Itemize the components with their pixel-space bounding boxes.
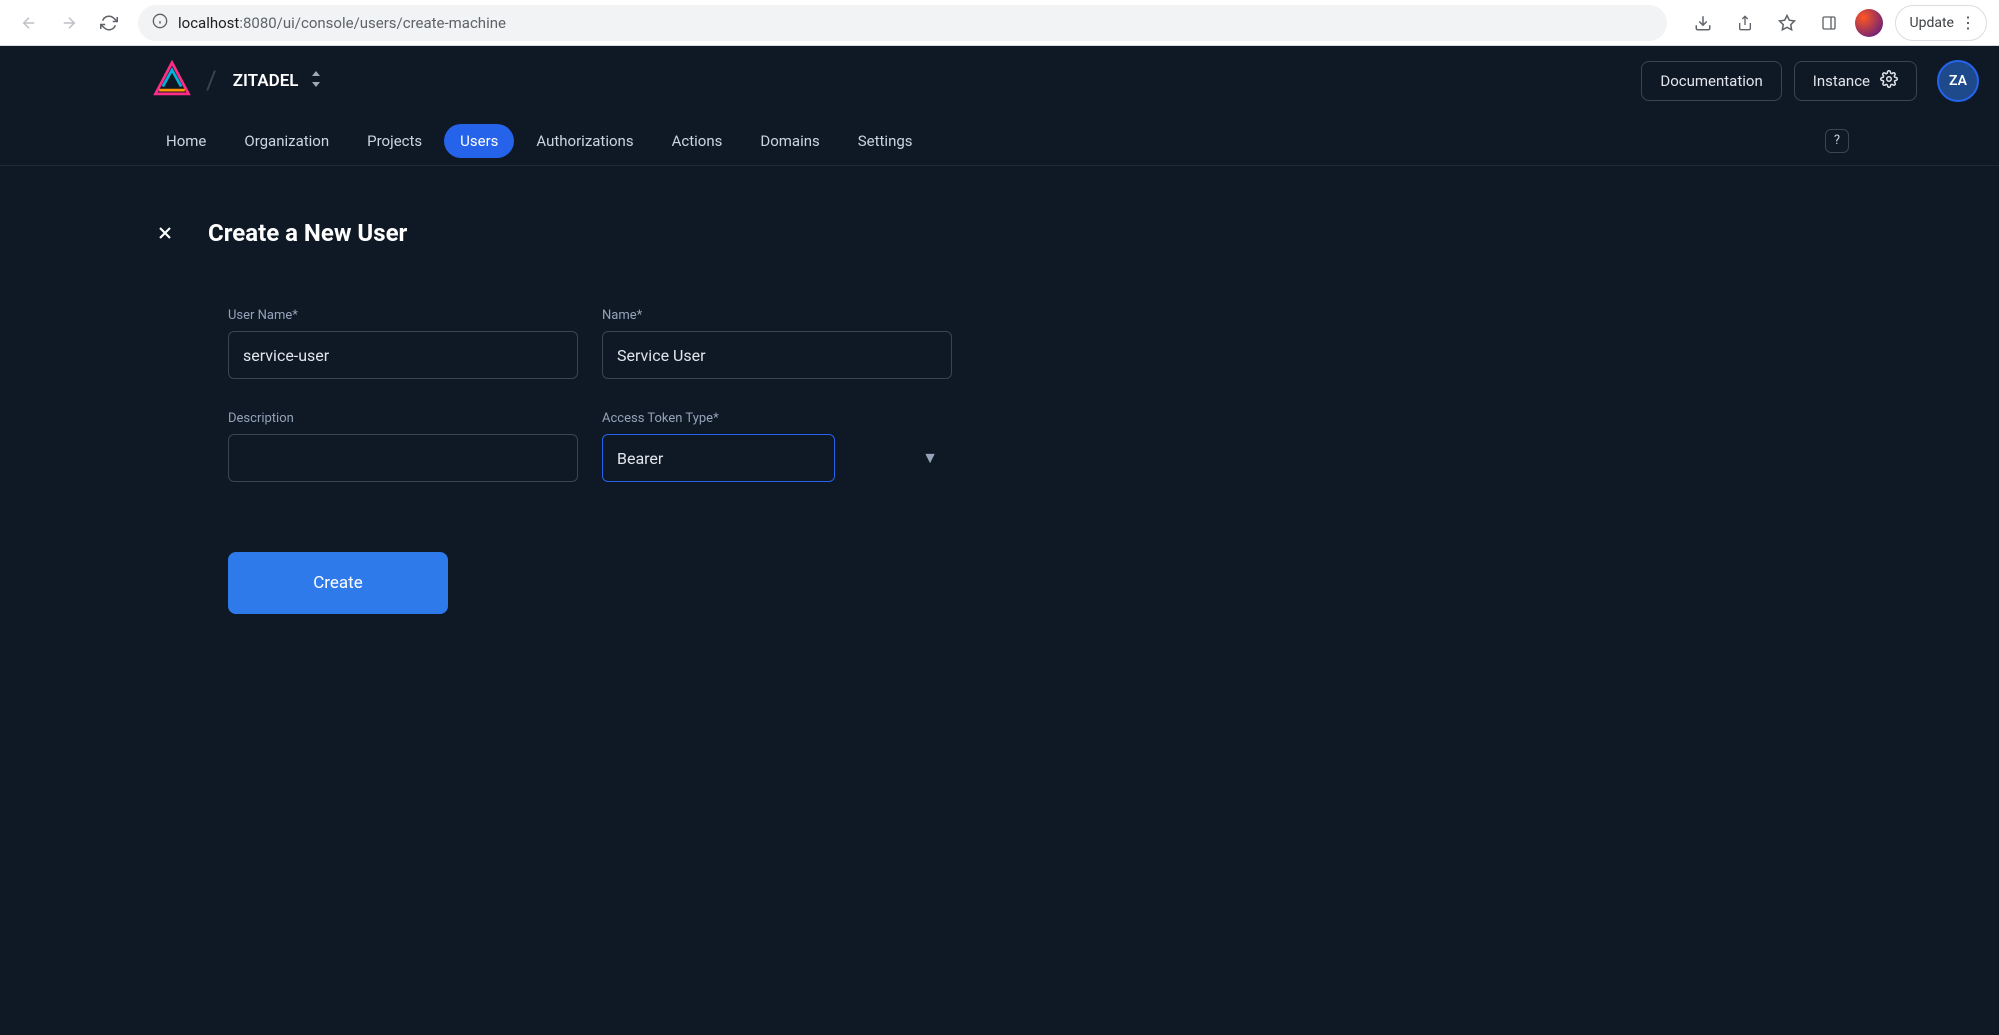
app-container: / ZITADEL Documentation Instance ZA Home… [0, 46, 1999, 1035]
name-label: Name* [602, 308, 952, 323]
share-icon[interactable] [1729, 7, 1761, 39]
avatar-initials: ZA [1949, 73, 1967, 89]
username-field-group: User Name* [228, 308, 578, 379]
username-input[interactable] [228, 331, 578, 379]
brand-name: ZITADEL [233, 71, 299, 91]
create-button-label: Create [313, 573, 363, 593]
browser-forward-button[interactable] [52, 6, 86, 40]
create-user-form: User Name* Name* Description Access Toke… [228, 308, 1849, 614]
help-button[interactable]: ? [1825, 129, 1849, 153]
app-topbar: / ZITADEL Documentation Instance ZA [0, 46, 1999, 116]
browser-address-bar[interactable]: localhost:8080/ui/console/users/create-m… [138, 5, 1667, 41]
browser-update-button[interactable]: Update ⋮ [1895, 5, 1987, 41]
name-field-group: Name* [602, 308, 952, 379]
page-content: Create a New User User Name* Name* Descr… [0, 166, 1999, 666]
nav-actions[interactable]: Actions [656, 124, 739, 158]
browser-reload-button[interactable] [92, 6, 126, 40]
nav-authorizations[interactable]: Authorizations [520, 124, 649, 158]
description-input[interactable] [228, 434, 578, 482]
browser-url: localhost:8080/ui/console/users/create-m… [178, 14, 506, 32]
description-label: Description [228, 411, 578, 426]
token-type-field-group: Access Token Type* ▼ [602, 411, 952, 482]
close-button[interactable] [150, 218, 180, 248]
instance-button[interactable]: Instance [1794, 61, 1917, 101]
create-button[interactable]: Create [228, 552, 448, 614]
instance-label: Instance [1813, 72, 1870, 90]
org-selector[interactable]: ZITADEL [233, 71, 323, 91]
token-type-select[interactable] [602, 434, 835, 482]
browser-update-label: Update [1910, 15, 1954, 31]
user-avatar[interactable]: ZA [1937, 60, 1979, 102]
gear-icon [1880, 70, 1898, 92]
chevron-down-icon: ▼ [922, 448, 938, 468]
page-title: Create a New User [208, 219, 407, 247]
username-label: User Name* [228, 308, 578, 323]
side-panel-icon[interactable] [1813, 7, 1845, 39]
nav-settings[interactable]: Settings [842, 124, 929, 158]
browser-action-icons [1687, 7, 1883, 39]
nav-home[interactable]: Home [150, 124, 222, 158]
nav-projects[interactable]: Projects [351, 124, 438, 158]
main-nav: Home Organization Projects Users Authori… [0, 116, 1999, 166]
documentation-button[interactable]: Documentation [1641, 61, 1781, 101]
token-type-label: Access Token Type* [602, 411, 952, 426]
browser-profile-avatar[interactable] [1855, 9, 1883, 37]
name-input[interactable] [602, 331, 952, 379]
description-field-group: Description [228, 411, 578, 482]
kebab-icon: ⋮ [1960, 13, 1976, 32]
info-icon [152, 13, 168, 33]
zitadel-logo[interactable] [150, 59, 194, 103]
download-icon[interactable] [1687, 7, 1719, 39]
breadcrumb-separator: / [206, 66, 217, 96]
browser-back-button[interactable] [12, 6, 46, 40]
page-header: Create a New User [150, 218, 1849, 248]
browser-toolbar: localhost:8080/ui/console/users/create-m… [0, 0, 1999, 46]
nav-domains[interactable]: Domains [744, 124, 835, 158]
nav-users[interactable]: Users [444, 124, 514, 158]
chevron-updown-icon [310, 71, 322, 91]
documentation-label: Documentation [1660, 72, 1762, 90]
bookmark-icon[interactable] [1771, 7, 1803, 39]
nav-organization[interactable]: Organization [228, 124, 345, 158]
